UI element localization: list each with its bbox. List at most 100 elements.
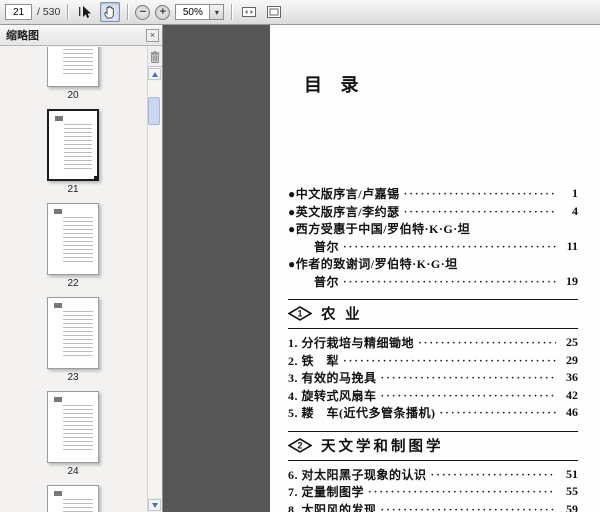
toc-entry-page: 29 [566, 352, 578, 367]
front-matter-list: ●中文版序言/卢嘉锡 1 ●英文版序言/李约瑟 4 ●西方受惠于中国/罗伯特·K… [288, 185, 578, 290]
thumbnails-panel-title: 缩略图 [6, 30, 39, 42]
dot-leader [440, 405, 557, 420]
thumbnail-item[interactable]: 21 [47, 109, 99, 203]
sections-container: 1 农 业 1. 分行栽培与精细锄地 25 2. 铁 犁 29 3. 有效的马挽… [288, 299, 578, 512]
thumbnail-item[interactable]: 22 [47, 203, 99, 297]
thumbnail-item[interactable]: 23 [47, 297, 99, 391]
hand-tool-button[interactable] [100, 2, 121, 22]
toc-entry-page: 19 [566, 273, 578, 288]
toc-entry-page: 1 [572, 186, 578, 201]
section-items: 1. 分行栽培与精细锄地 25 2. 铁 犁 29 3. 有效的马挽具 36 4… [288, 334, 578, 422]
toc-section: 1 农 业 1. 分行栽培与精细锄地 25 2. 铁 犁 29 3. 有效的马挽… [288, 299, 578, 422]
thumbnail-page-preview[interactable] [47, 203, 99, 275]
arrow-up-icon [151, 71, 158, 77]
toc-entry: 普尔 11 [288, 238, 578, 256]
select-tool-button[interactable] [75, 2, 95, 22]
toc-entry-page: 46 [566, 405, 578, 420]
toc-entry-label: 1. 分行栽培与精细锄地 [288, 336, 415, 351]
scroll-down-button[interactable] [148, 499, 161, 511]
thumbnail-page-preview[interactable] [47, 109, 99, 181]
scroll-up-button[interactable] [148, 68, 161, 80]
dot-leader [404, 186, 556, 201]
trash-icon [149, 50, 161, 64]
top-toolbar: / 530 − + ▾ [0, 0, 600, 25]
toc-entry-page: 36 [566, 370, 578, 385]
zoom-in-button[interactable]: + [155, 4, 171, 20]
fit-width-icon [241, 5, 257, 19]
toc-entry: ●英文版序言/李约瑟 4 [288, 203, 578, 221]
delete-page-button[interactable] [149, 50, 161, 64]
toc-entry-label: 普尔 [314, 274, 340, 289]
thumbnail-page-label: 21 [67, 184, 79, 195]
thumbnails-panel: 缩略图 × 20 21 22 23 24 [0, 25, 163, 512]
zoom-level-control: ▾ [175, 4, 225, 20]
page-number-input[interactable] [5, 4, 32, 20]
zoom-out-button[interactable]: − [135, 4, 151, 20]
toc-entry: ●西方受惠于中国/罗伯特·K·G·坦 [288, 220, 578, 238]
toc-entry-page: 11 [566, 238, 578, 253]
sidebar-right-column [147, 47, 162, 512]
chevron-down-icon: ▾ [214, 7, 219, 17]
thumbnail-page-label: 20 [67, 90, 79, 101]
dot-leader [381, 502, 556, 512]
toc-entry-page: 42 [566, 387, 578, 402]
thumbnail-item[interactable]: 20 [47, 47, 99, 109]
thumbnails-panel-header: 缩略图 × [0, 25, 162, 46]
thumbnail-page-label: 24 [67, 466, 79, 477]
toc-entry-page: 4 [572, 203, 578, 218]
toc-entry-label: 2. 铁 犁 [288, 353, 340, 368]
page-title: 目 录 [304, 75, 366, 95]
dot-leader [343, 353, 556, 368]
toc-entry-label: 6. 对太阳黑子现象的认识 [288, 467, 427, 482]
panel-close-button[interactable]: × [146, 28, 159, 42]
section-number-diamond-icon: 2 [288, 437, 312, 453]
dot-leader [431, 467, 556, 482]
thumbnail-page-preview[interactable] [47, 47, 99, 87]
fit-width-button[interactable] [239, 2, 259, 22]
zoom-level-input[interactable] [175, 4, 210, 20]
section-number-diamond-icon: 1 [288, 306, 312, 321]
toc-entry-label: 4. 旋转式风扇车 [288, 388, 377, 403]
toc-entry: 2. 铁 犁 29 [288, 352, 578, 370]
thumbnail-item[interactable] [47, 485, 99, 512]
toc-entry-page: 59 [566, 501, 578, 512]
toc-entry-label: 普尔 [314, 239, 340, 254]
thumbnail-page-label: 22 [67, 278, 79, 289]
toc-entry: 5. 耧 车(近代多管条播机) 46 [288, 404, 578, 422]
select-cursor-icon [77, 4, 93, 20]
sidebar-scrollbar-track[interactable] [148, 81, 161, 498]
zoom-dropdown-button[interactable]: ▾ [209, 4, 225, 20]
fit-page-button[interactable] [264, 2, 284, 22]
page-total-label: / 530 [37, 6, 61, 18]
fit-page-icon [266, 5, 282, 19]
dot-leader [404, 204, 556, 219]
minus-icon: − [139, 5, 147, 18]
thumbnail-page-preview[interactable] [47, 485, 99, 512]
document-page: 目 录 ●中文版序言/卢嘉锡 1 ●英文版序言/李约瑟 4 ●西方受惠于中国/罗… [270, 25, 600, 512]
section-header: 1 农 业 [288, 299, 578, 329]
sidebar-scrollbar-thumb[interactable] [148, 97, 160, 125]
document-viewport[interactable]: 目 录 ●中文版序言/卢嘉锡 1 ●英文版序言/李约瑟 4 ●西方受惠于中国/罗… [164, 25, 600, 512]
thumbnail-page-label: 23 [67, 372, 79, 383]
toc-entry: 1. 分行栽培与精细锄地 25 [288, 334, 578, 352]
plus-icon: + [159, 5, 167, 18]
selection-handle [94, 176, 99, 181]
toc-entry: ●作者的致谢词/罗伯特·K·G·坦 [288, 255, 578, 273]
toc-entry-page: 25 [566, 335, 578, 350]
section-title: 天文学和制图学 [321, 438, 444, 455]
toc-entry: 6. 对太阳黑子现象的认识 51 [288, 466, 578, 484]
toc-entry-label: ●西方受惠于中国/罗伯特·K·G·坦 [288, 222, 471, 237]
thumbnail-page-preview[interactable] [47, 391, 99, 463]
thumbnail-list: 20 21 22 23 24 [0, 47, 146, 512]
thumbnail-page-preview[interactable] [47, 297, 99, 369]
thumbnail-item[interactable]: 24 [47, 391, 99, 485]
table-of-contents: ●中文版序言/卢嘉锡 1 ●英文版序言/李约瑟 4 ●西方受惠于中国/罗伯特·K… [288, 185, 578, 512]
pdf-viewer-window: { "toolbar": { "page_value": "21", "page… [0, 0, 600, 512]
section-title: 农 业 [321, 307, 363, 323]
dot-leader [418, 335, 556, 350]
toc-entry-label: 3. 有效的马挽具 [288, 371, 377, 386]
toc-entry-label: ●英文版序言/李约瑟 [288, 204, 400, 219]
dot-leader [343, 274, 556, 289]
svg-text:2: 2 [297, 440, 302, 450]
toc-entry-label: 8. 太阳风的发现 [288, 502, 377, 512]
